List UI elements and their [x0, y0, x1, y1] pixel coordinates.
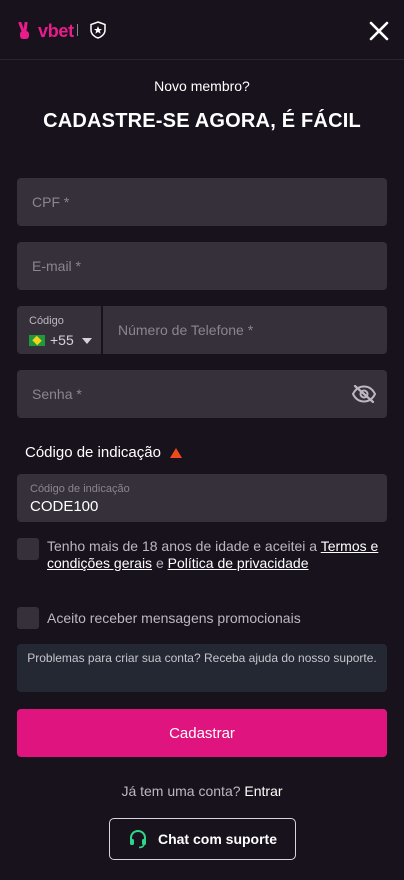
terms-conjunction: e [155, 555, 164, 571]
logo-divider [77, 24, 78, 36]
form-subtitle: Novo membro? [154, 78, 250, 94]
register-button[interactable]: Cadastrar [17, 709, 387, 757]
promo-checkbox[interactable] [17, 607, 39, 629]
logo-text: vbet [38, 20, 74, 41]
terms-prefix: Tenho mais de 18 anos de idade e aceitei… [47, 538, 318, 554]
privacy-link[interactable]: Política de privacidade [168, 555, 309, 571]
vbet-logo[interactable]: vbet [16, 20, 74, 42]
headset-icon [129, 829, 146, 849]
country-code-select[interactable]: Código +55 [17, 306, 101, 354]
age-terms-checkbox[interactable] [17, 538, 39, 560]
phone-number-field[interactable]: Número de Telefone * [103, 306, 387, 354]
password-field[interactable]: Senha * [17, 370, 387, 418]
cpf-field[interactable]: CPF * [17, 178, 387, 226]
country-code-label: Código [29, 315, 64, 327]
terms-text: Tenho mais de 18 anos de idade e aceitei… [47, 538, 387, 572]
dial-code: +55 [50, 332, 74, 348]
chevron-down-icon [82, 338, 92, 344]
chat-button-label: Chat com suporte [157, 831, 277, 847]
login-link[interactable]: Entrar [244, 783, 282, 799]
page-title: CADASTRE-SE AGORA, É FÁCIL [43, 110, 361, 132]
eye-off-icon[interactable] [352, 385, 376, 403]
brazil-flag-icon [29, 335, 45, 346]
referral-field-label: Código de indicação [30, 483, 130, 495]
login-prompt-text: Já tem uma conta? [121, 783, 241, 799]
shield-icon [90, 21, 106, 39]
close-icon[interactable] [368, 20, 390, 42]
top-bar: vbet [0, 0, 404, 60]
referral-toggle[interactable]: Código de indicação [25, 444, 182, 461]
cpf-placeholder: CPF * [32, 194, 70, 210]
support-chat-button[interactable]: Chat com suporte [109, 818, 296, 860]
email-field[interactable]: E-mail * [17, 242, 387, 290]
support-help-box[interactable]: Problemas para criar sua conta? Receba a… [17, 644, 387, 692]
email-placeholder: E-mail * [32, 258, 82, 274]
victory-hand-icon [18, 22, 29, 39]
phone-placeholder: Número de Telefone * [118, 322, 254, 338]
referral-code-field[interactable]: Código de indicação CODE100 [17, 474, 387, 522]
referral-toggle-label: Código de indicação [25, 444, 161, 461]
triangle-up-icon [169, 447, 182, 458]
promo-label: Aceito receber mensagens promocionais [47, 610, 301, 626]
referral-code-value: CODE100 [30, 498, 99, 515]
password-placeholder: Senha * [32, 386, 82, 402]
login-prompt: Já tem uma conta? Entrar [0, 783, 404, 799]
